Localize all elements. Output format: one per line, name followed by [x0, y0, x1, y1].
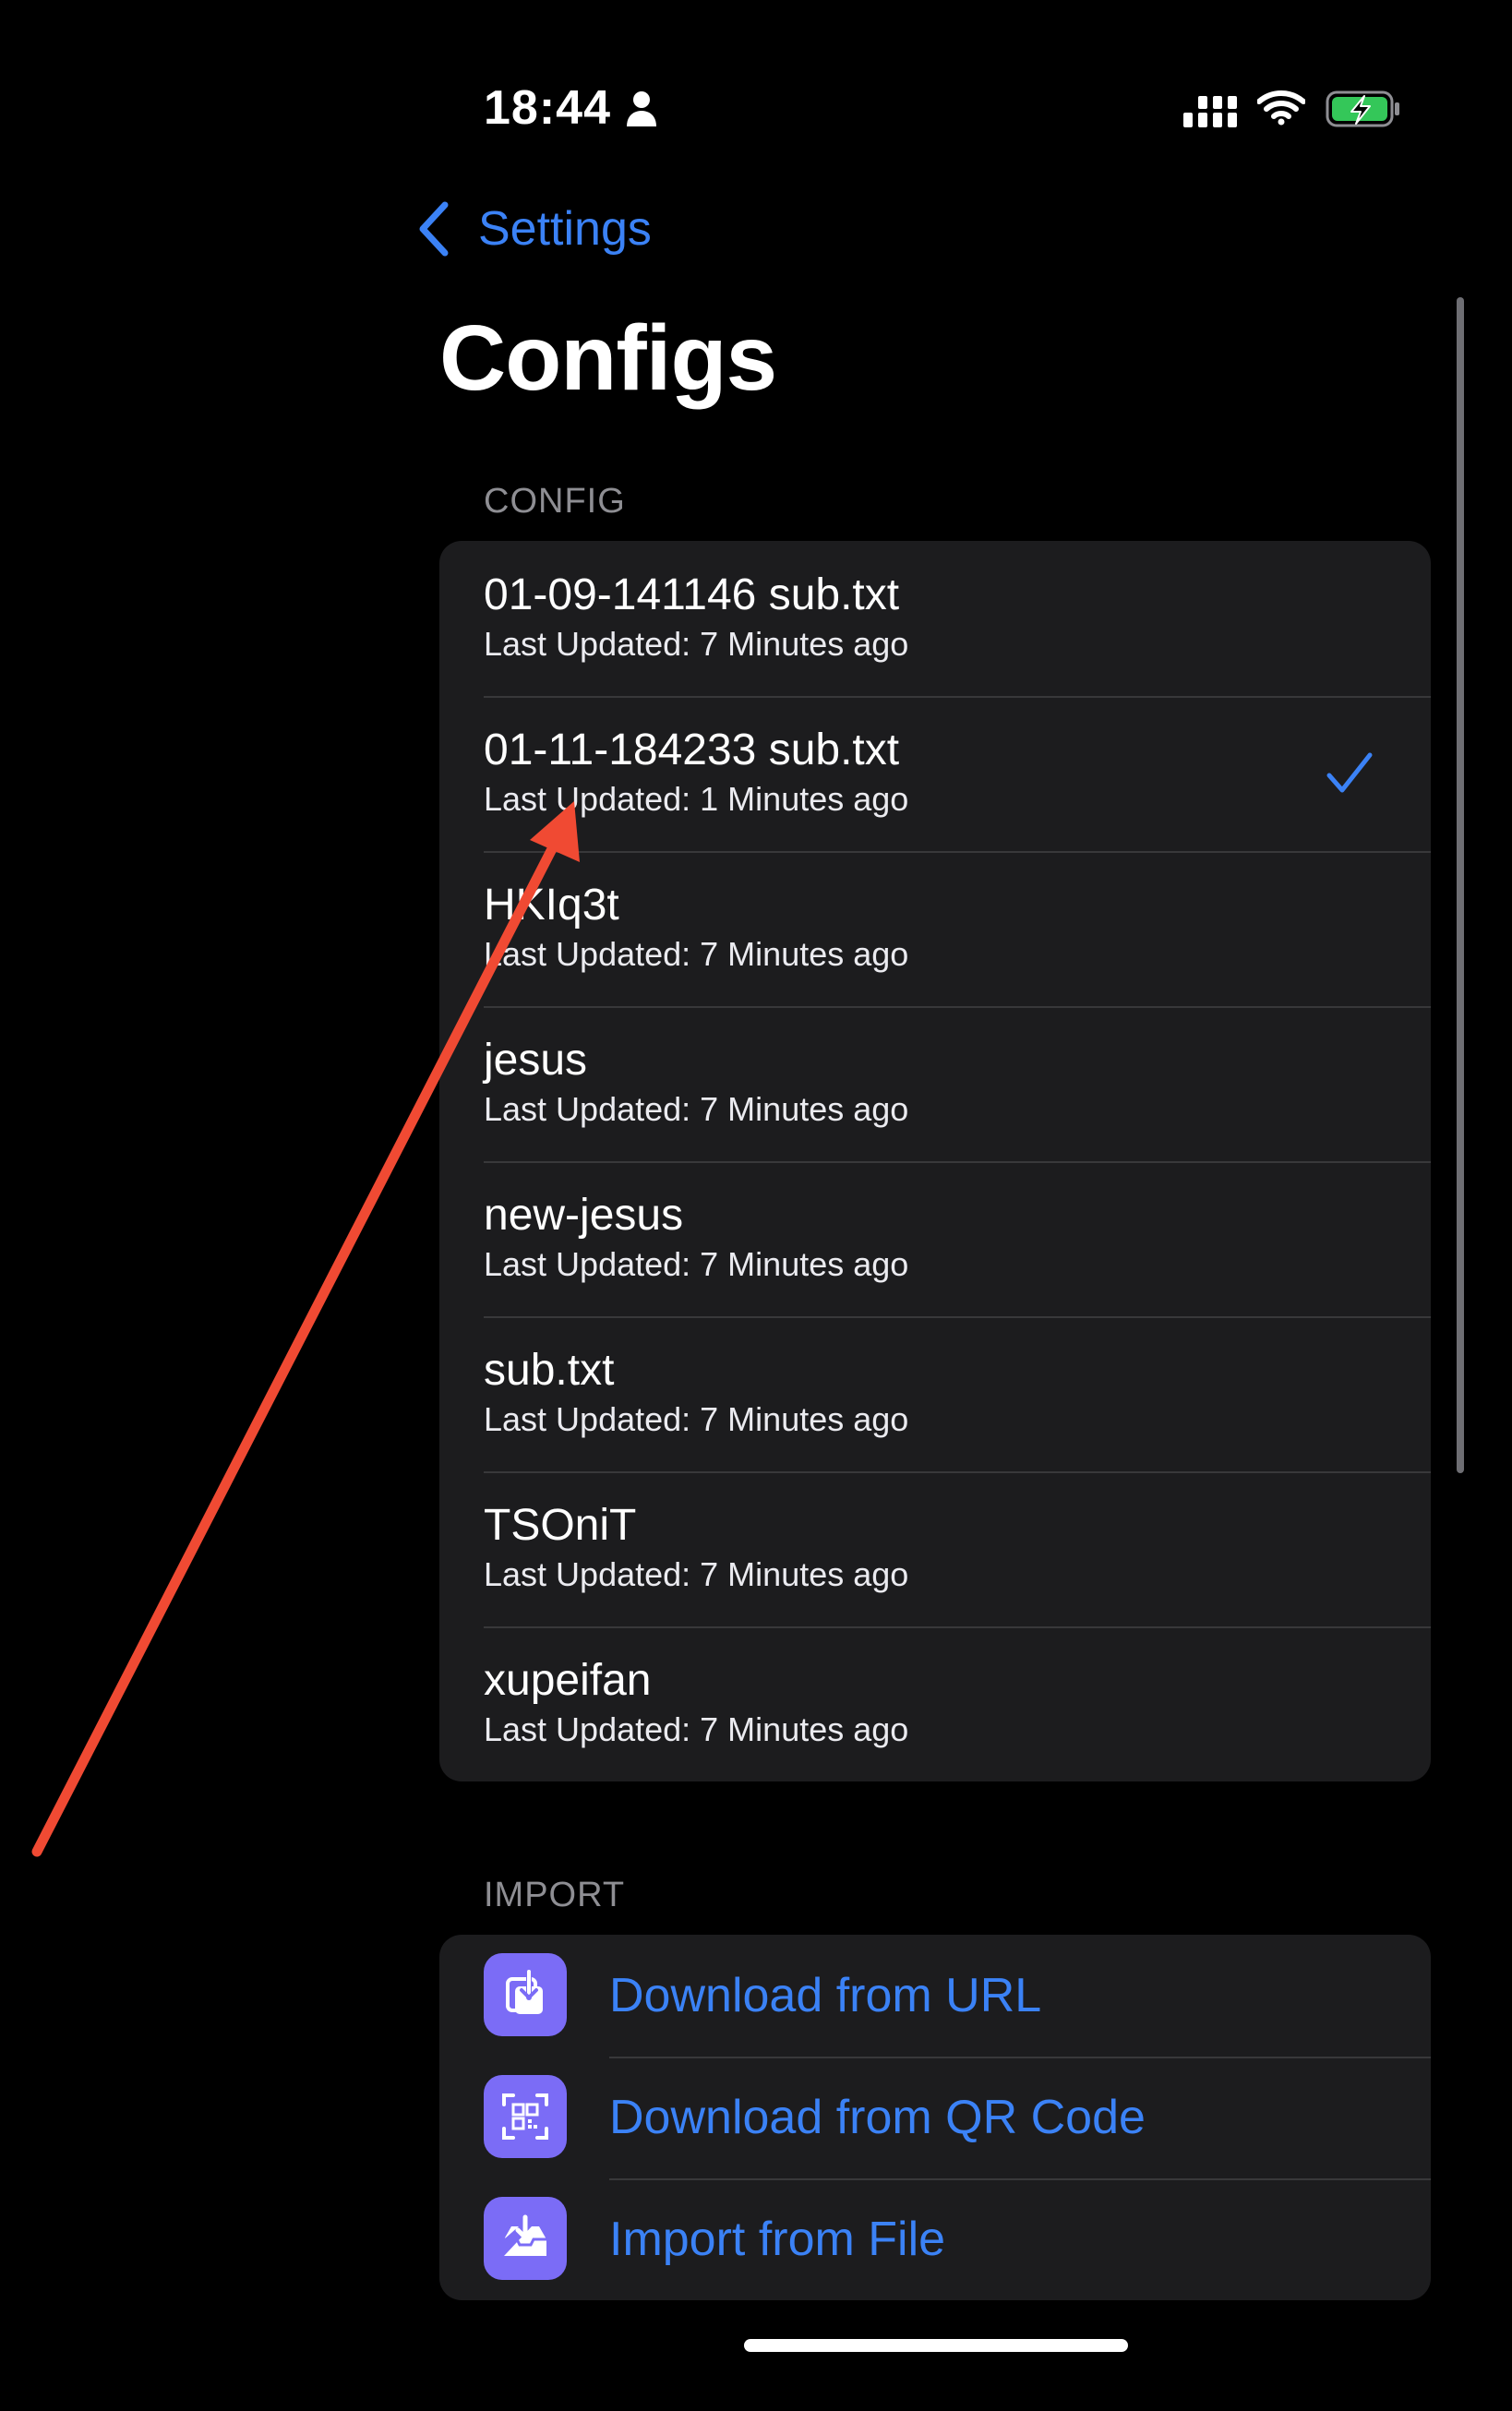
battery-charging-icon	[1326, 90, 1399, 127]
config-row[interactable]: xupeifan Last Updated: 7 Minutes ago	[439, 1626, 1431, 1781]
config-section-header: CONFIG	[484, 482, 626, 521]
config-last-updated: Last Updated: 1 Minutes ago	[484, 780, 909, 818]
chevron-left-icon	[419, 201, 449, 257]
config-last-updated: Last Updated: 7 Minutes ago	[484, 1400, 909, 1438]
back-button[interactable]: Settings	[417, 196, 652, 262]
config-row[interactable]: sub.txt Last Updated: 7 Minutes ago	[439, 1316, 1431, 1471]
status-time: 18:44	[484, 81, 611, 135]
tray-import-icon	[484, 2197, 567, 2280]
download-from-qr-code-button[interactable]: Download from QR Code	[439, 2057, 1431, 2178]
import-from-file-button[interactable]: Import from File	[439, 2178, 1431, 2300]
import-from-file-label: Import from File	[609, 2213, 946, 2266]
config-last-updated: Last Updated: 7 Minutes ago	[484, 1555, 909, 1593]
back-label: Settings	[478, 202, 652, 256]
scrollbar[interactable]	[1457, 297, 1464, 1473]
import-list: Download from URL Download from QR Code	[439, 1935, 1431, 2300]
config-row-selected[interactable]: 01-11-184233 sub.txt Last Updated: 1 Min…	[439, 696, 1431, 851]
config-last-updated: Last Updated: 7 Minutes ago	[484, 935, 909, 973]
download-from-url-button[interactable]: Download from URL	[439, 1935, 1431, 2057]
qr-code-icon	[484, 2075, 567, 2158]
config-list: 01-09-141146 sub.txt Last Updated: 7 Min…	[439, 541, 1431, 1781]
page-title: Configs	[439, 306, 777, 410]
config-last-updated: Last Updated: 7 Minutes ago	[484, 1090, 909, 1128]
person-icon	[627, 91, 656, 126]
config-name: HKIq3t	[484, 881, 619, 930]
config-name: 01-09-141146 sub.txt	[484, 570, 900, 619]
config-row[interactable]: 01-09-141146 sub.txt Last Updated: 7 Min…	[439, 541, 1431, 696]
config-name: sub.txt	[484, 1346, 615, 1395]
download-from-qr-code-label: Download from QR Code	[609, 2091, 1146, 2144]
config-row[interactable]: jesus Last Updated: 7 Minutes ago	[439, 1006, 1431, 1161]
checkmark-icon	[1326, 752, 1373, 793]
config-last-updated: Last Updated: 7 Minutes ago	[484, 1710, 909, 1748]
config-name: xupeifan	[484, 1656, 652, 1705]
config-row[interactable]: new-jesus Last Updated: 7 Minutes ago	[439, 1161, 1431, 1316]
config-row[interactable]: TSOniT Last Updated: 7 Minutes ago	[439, 1471, 1431, 1626]
signal-icon	[1183, 96, 1237, 127]
config-last-updated: Last Updated: 7 Minutes ago	[484, 1245, 909, 1283]
config-name: TSOniT	[484, 1501, 637, 1550]
import-section-header: IMPORT	[484, 1876, 626, 1914]
wifi-icon	[1257, 90, 1305, 126]
config-last-updated: Last Updated: 7 Minutes ago	[484, 625, 909, 663]
config-name: jesus	[484, 1036, 588, 1085]
config-row[interactable]: HKIq3t Last Updated: 7 Minutes ago	[439, 851, 1431, 1006]
download-from-url-label: Download from URL	[609, 1969, 1042, 2022]
config-name: new-jesus	[484, 1191, 684, 1240]
download-icon	[484, 1953, 567, 2036]
home-indicator[interactable]	[744, 2339, 1128, 2352]
config-name: 01-11-184233 sub.txt	[484, 726, 900, 774]
